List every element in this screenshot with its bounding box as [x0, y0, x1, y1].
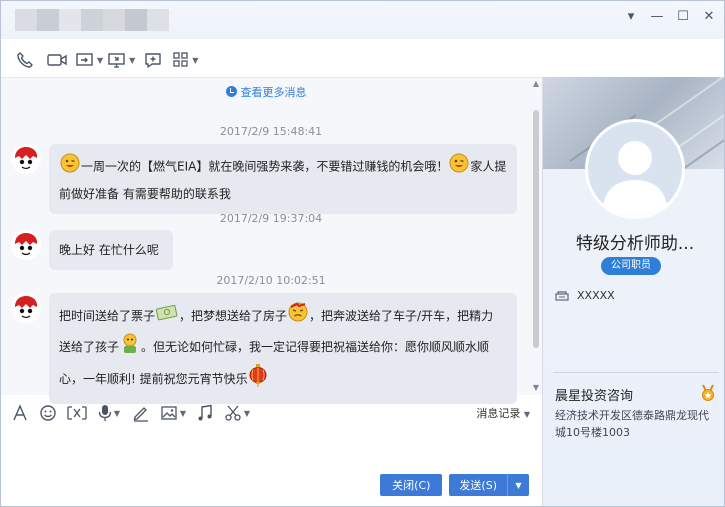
input-toolbar: ▼ ▼ ▼ 消息记录 ▼ — [1, 399, 542, 427]
message-line: 心，一年顺利! 提前祝您元宵节快乐 — [59, 363, 507, 396]
message-text: 心，一年顺利! 提前祝您元宵节快乐 — [59, 372, 248, 386]
sender-avatar[interactable] — [11, 293, 41, 323]
message-history-button[interactable]: 消息记录 ▼ — [476, 405, 530, 421]
message-timestamp: 2017/2/10 10:02:51 — [216, 274, 326, 287]
verified-medal-icon — [700, 384, 716, 405]
add-chat-icon[interactable] — [139, 47, 167, 73]
message-text: ，把奔波送给了车子/开车，把精力 — [309, 309, 494, 323]
window-controls: ▾ — ☐ ✕ — [622, 7, 718, 25]
voice-icon[interactable]: ▼ — [95, 400, 123, 426]
message-text: 。但无论如何忙碌，我一定记得要把祝福送给你：愿你顺风顺水顺 — [141, 340, 490, 354]
chevron-down-icon: ▼ — [523, 410, 530, 419]
screen-share-icon[interactable]: ▼ — [75, 47, 103, 73]
scroll-thumb[interactable] — [533, 110, 539, 348]
message-bubble: 一周一次的【燃气EIA】就在晚间强势来袭，不要错过赚钱的机会哦！ 家人提 前做好… — [49, 144, 517, 214]
message-line: 把时间送给了票子 ，把梦想送给了房子 ，把奔波送给了车子/开车，把精力 — [59, 301, 507, 332]
chevron-down-icon: ▼ — [192, 55, 199, 65]
chat-window: ▾ — ☐ ✕ ▼ ▼ ▼ 查看更多消息 2017/2/9 15:48:41 一… — [0, 0, 725, 507]
phone-number-icon — [555, 290, 569, 301]
contact-name: 特级分析师助... — [575, 234, 695, 254]
profile-avatar[interactable] — [585, 119, 685, 219]
profile-panel: 特级分析师助... 公司职员 XXXXX 晨星投资咨询 经济技术开发区德泰路鼎龙… — [542, 77, 724, 506]
title-bar[interactable]: ▾ — ☐ ✕ — [1, 1, 724, 39]
clock-icon — [225, 86, 237, 97]
sender-avatar[interactable] — [11, 144, 41, 174]
wink-emoji-icon — [59, 152, 81, 182]
chevron-down-icon: ▼ — [243, 408, 251, 418]
message-bubble: 晚上好 在忙什么呢 — [49, 230, 173, 270]
maximize-button[interactable]: ☐ — [674, 7, 692, 25]
send-button-group: 发送(S) ▼ — [449, 474, 529, 496]
blurred-title-block — [15, 9, 37, 31]
message-text: 送给了孩子 — [59, 340, 120, 354]
message-text: 把时间送给了票子 — [59, 309, 156, 323]
panel-divider — [553, 372, 719, 373]
chevron-down-icon: ▼ — [129, 55, 136, 65]
blurred-title-block — [59, 9, 81, 31]
wink-emoji-icon — [448, 152, 470, 182]
message-history-label: 消息记录 — [476, 407, 521, 420]
minimize-button[interactable]: — — [648, 7, 666, 25]
scroll-up-arrow-icon[interactable]: ▲ — [532, 80, 540, 88]
close-window-button[interactable]: ✕ — [700, 7, 718, 25]
chevron-down-icon: ▼ — [179, 408, 187, 418]
role-badge: 公司职员 — [601, 257, 661, 275]
message-text: 前做好准备 有需要帮助的联系我 — [59, 187, 231, 201]
view-more-label: 查看更多消息 — [240, 86, 307, 99]
send-button[interactable]: 发送(S) — [449, 474, 507, 496]
emoji-icon[interactable] — [37, 400, 59, 426]
angry-emoji-icon — [287, 301, 309, 332]
handwrite-icon[interactable] — [129, 400, 153, 426]
blurred-title-block — [147, 9, 169, 31]
phone-number: XXXXX — [577, 289, 615, 302]
cut-icon[interactable]: ▼ — [223, 400, 251, 426]
phone-row: XXXXX — [555, 289, 615, 302]
font-icon[interactable] — [9, 400, 31, 426]
message-text: 家人提 — [470, 159, 507, 174]
child-emoji-icon — [119, 332, 141, 363]
blurred-title-block — [81, 9, 103, 31]
image-icon[interactable]: ▼ — [159, 400, 187, 426]
video-icon[interactable] — [43, 47, 71, 73]
message-text: 一周一次的【燃气EIA】就在晚间强势来袭，不要错过赚钱的机会哦！ — [81, 159, 449, 174]
scroll-down-arrow-icon[interactable]: ▼ — [532, 384, 540, 392]
money-emoji-icon — [155, 302, 179, 331]
send-options-dropdown[interactable]: ▼ — [507, 474, 529, 496]
send-controls: 关闭(C) 发送(S) ▼ — [380, 474, 529, 496]
menu-dropdown-icon[interactable]: ▾ — [622, 7, 640, 25]
message-timestamp: 2017/2/9 15:48:41 — [219, 125, 323, 138]
company-address: 经济技术开发区德泰路鼎龙现代城10号楼1003 — [555, 409, 709, 439]
chat-toolbar: ▼ ▼ ▼ — [1, 45, 541, 75]
chevron-down-icon: ▼ — [113, 408, 121, 418]
message-bubble: 把时间送给了票子 ，把梦想送给了房子 ，把奔波送给了车子/开车，把精力 送给了孩… — [49, 293, 517, 404]
chevron-down-icon: ▼ — [97, 55, 104, 65]
message-input[interactable] — [1, 429, 542, 469]
lantern-emoji-icon — [248, 363, 268, 396]
message-timestamp: 2017/2/9 19:37:04 — [219, 212, 323, 225]
apps-grid-icon[interactable]: ▼ — [171, 47, 199, 73]
screenshot-icon[interactable] — [65, 400, 89, 426]
message-line: 送给了孩子 。但无论如何忙碌，我一定记得要把祝福送给你：愿你顺风顺水顺 — [59, 332, 507, 363]
music-icon[interactable] — [193, 400, 217, 426]
blurred-title — [15, 9, 169, 31]
blurred-title-block — [103, 9, 125, 31]
close-button[interactable]: 关闭(C) — [380, 474, 443, 496]
message-text: 晚上好 在忙什么呢 — [59, 243, 159, 257]
blurred-title-block — [125, 9, 147, 31]
phone-icon[interactable] — [11, 47, 39, 73]
remote-desktop-icon[interactable]: ▼ — [107, 47, 135, 73]
message-list[interactable]: 查看更多消息 2017/2/9 15:48:41 一周一次的【燃气EIA】就在晚… — [1, 77, 542, 404]
view-more-messages-link[interactable]: 查看更多消息 — [1, 84, 531, 100]
message-line: 前做好准备 有需要帮助的联系我 — [59, 182, 507, 206]
message-scrollbar[interactable]: ▲ ▼ — [530, 78, 542, 394]
message-text: ，把梦想送给了房子 — [179, 309, 288, 323]
blurred-title-block — [37, 9, 59, 31]
company-name: 晨星投资咨询 — [555, 389, 634, 404]
sender-avatar[interactable] — [11, 230, 41, 260]
message-line: 一周一次的【燃气EIA】就在晚间强势来袭，不要错过赚钱的机会哦！ 家人提 — [59, 152, 507, 182]
